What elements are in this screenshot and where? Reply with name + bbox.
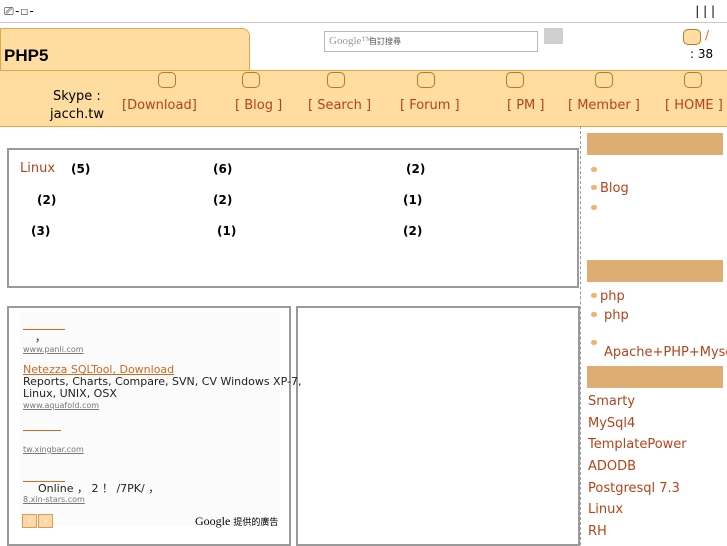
- sidebar-section-header: [587, 366, 723, 388]
- top-bar: ⎚-☐- | | |: [0, 0, 727, 23]
- bullet-icon: [591, 340, 597, 345]
- category-count: (6): [213, 162, 233, 176]
- ad-next-button[interactable]: ›: [38, 514, 53, 528]
- site-logo[interactable]: PHP5: [4, 46, 48, 66]
- blog-icon[interactable]: [242, 72, 260, 88]
- download-icon[interactable]: [158, 72, 176, 88]
- google-ads-brand[interactable]: Google 提供的廣告: [195, 514, 278, 529]
- search-button[interactable]: [544, 28, 563, 44]
- sidebar-section-header: [587, 133, 723, 155]
- category-count: (2): [37, 193, 57, 207]
- ad-prev-button[interactable]: ‹: [22, 514, 37, 528]
- google-ads-caption: 提供的廣告: [233, 518, 279, 528]
- sidebar-link-blog[interactable]: Blog: [600, 181, 629, 196]
- sidebar-divider: [580, 126, 581, 545]
- sidebar-link-postgresql[interactable]: Postgresql 7.3: [588, 481, 680, 496]
- bullet-icon: [591, 293, 597, 298]
- ad-text: ，: [35, 331, 46, 344]
- bullet-icon: [591, 185, 597, 190]
- sidebar-link-linux[interactable]: Linux: [588, 502, 623, 517]
- nav-pm[interactable]: [ PM ]: [507, 98, 544, 113]
- online-users-slash: /: [705, 28, 710, 42]
- sidebar-link-php[interactable]: php: [600, 289, 625, 304]
- nav-download[interactable]: [Download]: [122, 98, 197, 113]
- nav-search[interactable]: [ Search ]: [308, 98, 371, 113]
- online-users-count: : 38: [690, 47, 714, 61]
- sidebar-link-templatepower[interactable]: TemplatePower: [588, 437, 687, 452]
- skype-id[interactable]: jacch.tw: [50, 107, 104, 122]
- sidebar-link-mysql4[interactable]: MySql4: [588, 416, 635, 431]
- ad-url[interactable]: 8.xin-stars.com: [23, 495, 85, 504]
- ad-text: Online ， 2 ！ /7PK/ ，: [38, 482, 160, 495]
- nav-member[interactable]: [ Member ]: [568, 98, 640, 113]
- ad-url[interactable]: www.panli.com: [23, 345, 84, 354]
- sidebar-link-php[interactable]: php: [604, 308, 629, 323]
- pm-icon[interactable]: [506, 72, 524, 88]
- bullet-icon: [591, 167, 597, 172]
- ad-url[interactable]: www.aquafold.com: [23, 401, 99, 410]
- category-count: (5): [71, 162, 91, 176]
- ad-url[interactable]: tw.xingbar.com: [23, 445, 84, 454]
- window-controls[interactable]: ⎚-☐-: [4, 4, 35, 19]
- category-count: (2): [213, 193, 233, 207]
- forum-icon[interactable]: [417, 72, 435, 88]
- category-count: (2): [403, 224, 423, 238]
- sidebar-link-smarty[interactable]: Smarty: [588, 394, 635, 409]
- category-count: (3): [31, 224, 51, 238]
- ad-title-link[interactable]: [23, 329, 65, 330]
- category-link-linux[interactable]: Linux: [20, 161, 55, 176]
- category-panel: [7, 148, 579, 288]
- category-count: (2): [406, 162, 426, 176]
- home-icon[interactable]: [684, 72, 702, 88]
- search-input[interactable]: Google™ 自訂搜尋: [324, 31, 538, 52]
- ad-title-link[interactable]: [23, 430, 61, 431]
- search-placeholder: 自訂搜尋: [369, 37, 401, 46]
- top-right-controls[interactable]: | | |: [695, 4, 715, 18]
- category-count: (1): [217, 224, 237, 238]
- content-panel: [296, 306, 580, 546]
- sidebar-link-rh[interactable]: RH: [588, 524, 607, 539]
- nav-home[interactable]: [ HOME ]: [665, 98, 723, 113]
- sidebar-section-header: [587, 260, 723, 282]
- member-icon[interactable]: [595, 72, 613, 88]
- bullet-icon: [591, 312, 597, 317]
- nav-forum[interactable]: [ Forum ]: [400, 98, 460, 113]
- category-count: (1): [403, 193, 423, 207]
- sidebar-link-apache-php-mysql[interactable]: Apache+PHP+Mysql: [604, 345, 727, 360]
- google-search-brand: Google™: [329, 35, 373, 47]
- nav-blog[interactable]: [ Blog ]: [235, 98, 282, 113]
- skype-label: Skype :: [53, 89, 101, 104]
- bullet-icon: [591, 205, 597, 210]
- online-users-icon: [683, 29, 701, 45]
- sidebar-link-adodb[interactable]: ADODB: [588, 459, 636, 474]
- search-icon[interactable]: [327, 72, 345, 88]
- ad-text: Linux, UNIX, OSX: [23, 387, 117, 400]
- google-ads-logo: Google: [195, 514, 231, 528]
